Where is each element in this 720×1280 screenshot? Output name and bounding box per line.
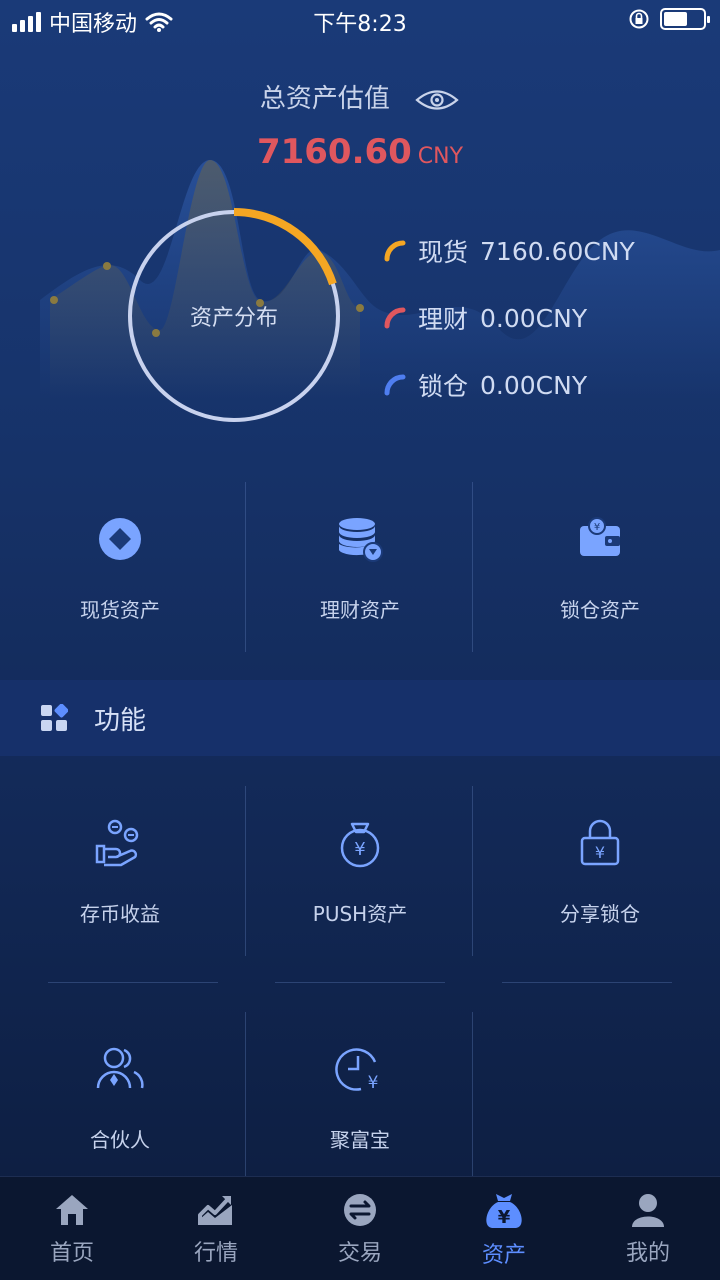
cell-label: 现货资产 xyxy=(80,598,160,622)
exchange-icon xyxy=(344,1194,376,1226)
total-assets-title: 总资产估值 xyxy=(259,84,390,114)
tab-label: 交易 xyxy=(337,1241,382,1266)
chart-icon xyxy=(198,1196,232,1225)
cell-label: PUSH资产 xyxy=(312,902,408,926)
legend-name: 现货 xyxy=(418,238,469,267)
svg-text:¥: ¥ xyxy=(368,1073,379,1093)
cell-label: 锁仓资产 xyxy=(560,598,640,622)
legend-arc-icon xyxy=(384,374,406,396)
ring-segment xyxy=(233,208,337,286)
tab-label: 我的 xyxy=(625,1241,670,1266)
legend-name: 锁仓 xyxy=(418,372,469,401)
push-assets-button[interactable]: ¥ PUSH资产 xyxy=(240,786,480,956)
distribution-legend: 现货 7160.60CNY 理财 0.00CNY 锁仓 0.00CNY xyxy=(384,234,635,435)
tab-market[interactable]: 行情 xyxy=(144,1177,288,1280)
tab-assets[interactable]: ¥ 资产 xyxy=(432,1177,576,1280)
clock-yen-icon: ¥ xyxy=(335,1048,379,1093)
divider xyxy=(472,786,473,956)
yen-bag-icon: ¥ xyxy=(486,1194,522,1228)
divider xyxy=(245,482,246,652)
diamond-coin-icon xyxy=(99,518,141,560)
distribution-label: 资产分布 xyxy=(189,306,278,331)
rotation-lock-icon xyxy=(629,9,649,29)
functions-title: 功能 xyxy=(94,705,147,736)
legend-name: 理财 xyxy=(418,305,469,334)
finance-assets-button[interactable]: 理财资产 xyxy=(240,482,480,652)
spot-assets-button[interactable]: 现货资产 xyxy=(0,482,240,652)
home-icon xyxy=(56,1195,88,1225)
divider xyxy=(48,982,218,983)
divider xyxy=(502,982,672,983)
share-lock-button[interactable]: ¥ 分享锁仓 xyxy=(480,786,720,956)
legend-value: 0.00CNY xyxy=(480,370,588,400)
legend-arc-icon xyxy=(384,240,406,262)
tab-label: 首页 xyxy=(49,1241,94,1266)
hand-coins-icon xyxy=(95,819,139,867)
coin-stack-icon xyxy=(339,518,383,562)
status-bar: 中国移动 下午8:23 xyxy=(0,0,720,40)
partner-button[interactable]: 合伙人 xyxy=(0,1012,240,1182)
money-bag-icon: ¥ xyxy=(340,822,380,868)
functions-grid-row-2: 合伙人 ¥ 聚富宝 xyxy=(0,1012,720,1182)
tab-trade[interactable]: 交易 xyxy=(288,1177,432,1280)
legend-item-spot: 现货 7160.60CNY xyxy=(384,234,635,268)
status-time: 下午8:23 xyxy=(313,12,407,37)
cell-label: 分享锁仓 xyxy=(560,902,640,926)
lock-yen-icon: ¥ xyxy=(580,819,620,866)
legend-arc-icon xyxy=(384,307,406,329)
cell-label: 聚富宝 xyxy=(330,1128,390,1152)
divider xyxy=(245,786,246,956)
partners-icon xyxy=(96,1047,144,1089)
bottom-tab-bar: 首页 行情 交易 ¥ 资产 我的 xyxy=(0,1176,720,1280)
divider xyxy=(275,982,445,983)
asset-type-grid: 现货资产 理财资产 ¥ 锁仓资产 xyxy=(0,482,720,652)
functions-section-header: 功能 xyxy=(0,680,720,756)
eye-icon[interactable] xyxy=(414,87,460,113)
jufubao-button[interactable]: ¥ 聚富宝 xyxy=(240,1012,480,1182)
legend-item-locked: 锁仓 0.00CNY xyxy=(384,368,635,402)
empty-cell xyxy=(480,1012,720,1182)
user-icon xyxy=(632,1194,664,1227)
tab-label: 资产 xyxy=(481,1243,526,1268)
tab-home[interactable]: 首页 xyxy=(0,1177,144,1280)
locked-assets-button[interactable]: ¥ 锁仓资产 xyxy=(480,482,720,652)
svg-text:¥: ¥ xyxy=(594,522,600,533)
cell-label: 合伙人 xyxy=(90,1128,150,1152)
deposit-earnings-button[interactable]: 存币收益 xyxy=(0,786,240,956)
svg-text:¥: ¥ xyxy=(595,843,605,862)
divider xyxy=(472,1012,473,1176)
wallet-icon: ¥ xyxy=(580,517,620,556)
cell-label: 存币收益 xyxy=(80,902,160,926)
divider xyxy=(245,1012,246,1176)
legend-item-finance: 理财 0.00CNY xyxy=(384,301,635,335)
legend-value: 0.00CNY xyxy=(480,303,588,333)
svg-text:¥: ¥ xyxy=(498,1207,511,1228)
svg-text:¥: ¥ xyxy=(354,839,365,860)
apps-icon xyxy=(41,704,68,731)
divider xyxy=(472,482,473,652)
battery-icon xyxy=(660,8,710,30)
functions-grid-row-1: 存币收益 ¥ PUSH资产 ¥ 分享锁仓 xyxy=(0,786,720,956)
tab-label: 行情 xyxy=(193,1241,238,1266)
tab-me[interactable]: 我的 xyxy=(576,1177,720,1280)
legend-value: 7160.60CNY xyxy=(480,236,635,266)
total-assets-heading: 总资产估值 xyxy=(0,78,720,115)
cell-label: 理财资产 xyxy=(320,598,400,622)
